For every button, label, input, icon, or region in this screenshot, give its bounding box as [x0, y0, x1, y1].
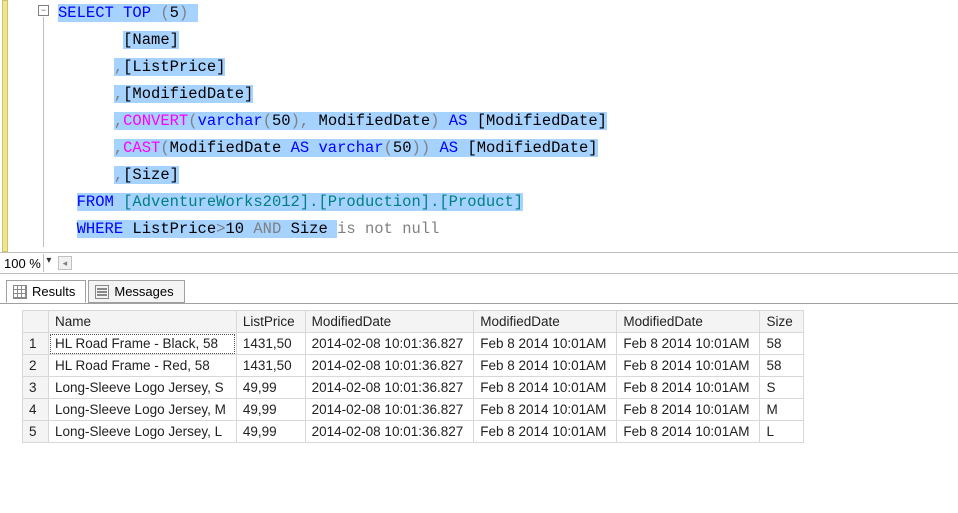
table-row[interactable]: 5Long-Sleeve Logo Jersey, L49,992014-02-…: [23, 421, 804, 443]
tab-label: Results: [32, 284, 75, 299]
cell[interactable]: Feb 8 2014 10:01AM: [474, 333, 617, 355]
cell[interactable]: HL Road Frame - Black, 58: [49, 333, 237, 355]
code-lines: SELECT TOP (5) [Name] ,[ListPrice] ,[Mod…: [36, 0, 958, 243]
code-line: ,CAST(ModifiedDate AS varchar(50)) AS [M…: [36, 135, 958, 162]
cell[interactable]: 2014-02-08 10:01:36.827: [305, 399, 474, 421]
results-grid[interactable]: Name ListPrice ModifiedDate ModifiedDate…: [22, 310, 804, 443]
zoom-toolbar: 100 % ▾ ◂: [0, 252, 958, 274]
code-line: [Name]: [36, 27, 958, 54]
column-header[interactable]: Size: [760, 311, 803, 333]
cell[interactable]: 58: [760, 333, 803, 355]
messages-icon: [95, 285, 109, 299]
scroll-left-icon[interactable]: ◂: [58, 256, 72, 270]
cell[interactable]: HL Road Frame - Red, 58: [49, 355, 237, 377]
column-header[interactable]: ModifiedDate: [617, 311, 760, 333]
cell[interactable]: 2014-02-08 10:01:36.827: [305, 333, 474, 355]
cell[interactable]: 2014-02-08 10:01:36.827: [305, 377, 474, 399]
tab-messages[interactable]: Messages: [88, 280, 184, 303]
table-row[interactable]: 3Long-Sleeve Logo Jersey, S49,992014-02-…: [23, 377, 804, 399]
cell[interactable]: M: [760, 399, 803, 421]
code-line: FROM [AdventureWorks2012].[Production].[…: [36, 189, 958, 216]
cell[interactable]: Feb 8 2014 10:01AM: [617, 421, 760, 443]
row-header[interactable]: 5: [23, 421, 49, 443]
cell[interactable]: 2014-02-08 10:01:36.827: [305, 421, 474, 443]
table-row[interactable]: 2HL Road Frame - Red, 581431,502014-02-0…: [23, 355, 804, 377]
cell[interactable]: Long-Sleeve Logo Jersey, L: [49, 421, 237, 443]
cell[interactable]: 2014-02-08 10:01:36.827: [305, 355, 474, 377]
results-grid-wrap: Name ListPrice ModifiedDate ModifiedDate…: [0, 304, 958, 443]
cell[interactable]: Long-Sleeve Logo Jersey, M: [49, 399, 237, 421]
column-header[interactable]: Name: [49, 311, 237, 333]
zoom-value: 100 %: [4, 256, 43, 271]
cell[interactable]: L: [760, 421, 803, 443]
cell[interactable]: 49,99: [236, 399, 305, 421]
code-line: ,CONVERT(varchar(50), ModifiedDate) AS […: [36, 108, 958, 135]
code-line: WHERE ListPrice>10 AND Size is not null: [36, 216, 958, 243]
code-line: ,[ModifiedDate]: [36, 81, 958, 108]
column-header[interactable]: ModifiedDate: [305, 311, 474, 333]
column-header[interactable]: ModifiedDate: [474, 311, 617, 333]
change-marker: [2, 0, 8, 252]
cell[interactable]: Feb 8 2014 10:01AM: [617, 355, 760, 377]
cell[interactable]: Feb 8 2014 10:01AM: [617, 377, 760, 399]
grid-icon: [13, 285, 27, 299]
tab-results[interactable]: Results: [6, 280, 86, 303]
cell[interactable]: Long-Sleeve Logo Jersey, S: [49, 377, 237, 399]
cell[interactable]: Feb 8 2014 10:01AM: [617, 399, 760, 421]
row-header[interactable]: 2: [23, 355, 49, 377]
code-line: SELECT TOP (5): [36, 0, 958, 27]
tab-label: Messages: [114, 284, 173, 299]
cell[interactable]: 58: [760, 355, 803, 377]
table-row[interactable]: 1HL Road Frame - Black, 581431,502014-02…: [23, 333, 804, 355]
cell[interactable]: Feb 8 2014 10:01AM: [474, 399, 617, 421]
cell[interactable]: 1431,50: [236, 355, 305, 377]
row-header[interactable]: 4: [23, 399, 49, 421]
cell[interactable]: 49,99: [236, 377, 305, 399]
cell[interactable]: Feb 8 2014 10:01AM: [617, 333, 760, 355]
results-tabs: Results Messages: [0, 274, 958, 304]
table-row[interactable]: 4Long-Sleeve Logo Jersey, M49,992014-02-…: [23, 399, 804, 421]
cell[interactable]: 1431,50: [236, 333, 305, 355]
sql-editor[interactable]: − SELECT TOP (5) [Name] ,[ListPrice] ,[M…: [0, 0, 958, 252]
cell[interactable]: S: [760, 377, 803, 399]
cell[interactable]: Feb 8 2014 10:01AM: [474, 355, 617, 377]
code-line: ,[Size]: [36, 162, 958, 189]
row-header[interactable]: 1: [23, 333, 49, 355]
cell[interactable]: Feb 8 2014 10:01AM: [474, 377, 617, 399]
row-header[interactable]: 3: [23, 377, 49, 399]
column-header[interactable]: ListPrice: [236, 311, 305, 333]
zoom-dropdown-icon[interactable]: ▾: [43, 254, 54, 272]
code-line: ,[ListPrice]: [36, 54, 958, 81]
corner-cell: [23, 311, 49, 333]
cell[interactable]: Feb 8 2014 10:01AM: [474, 421, 617, 443]
cell[interactable]: 49,99: [236, 421, 305, 443]
